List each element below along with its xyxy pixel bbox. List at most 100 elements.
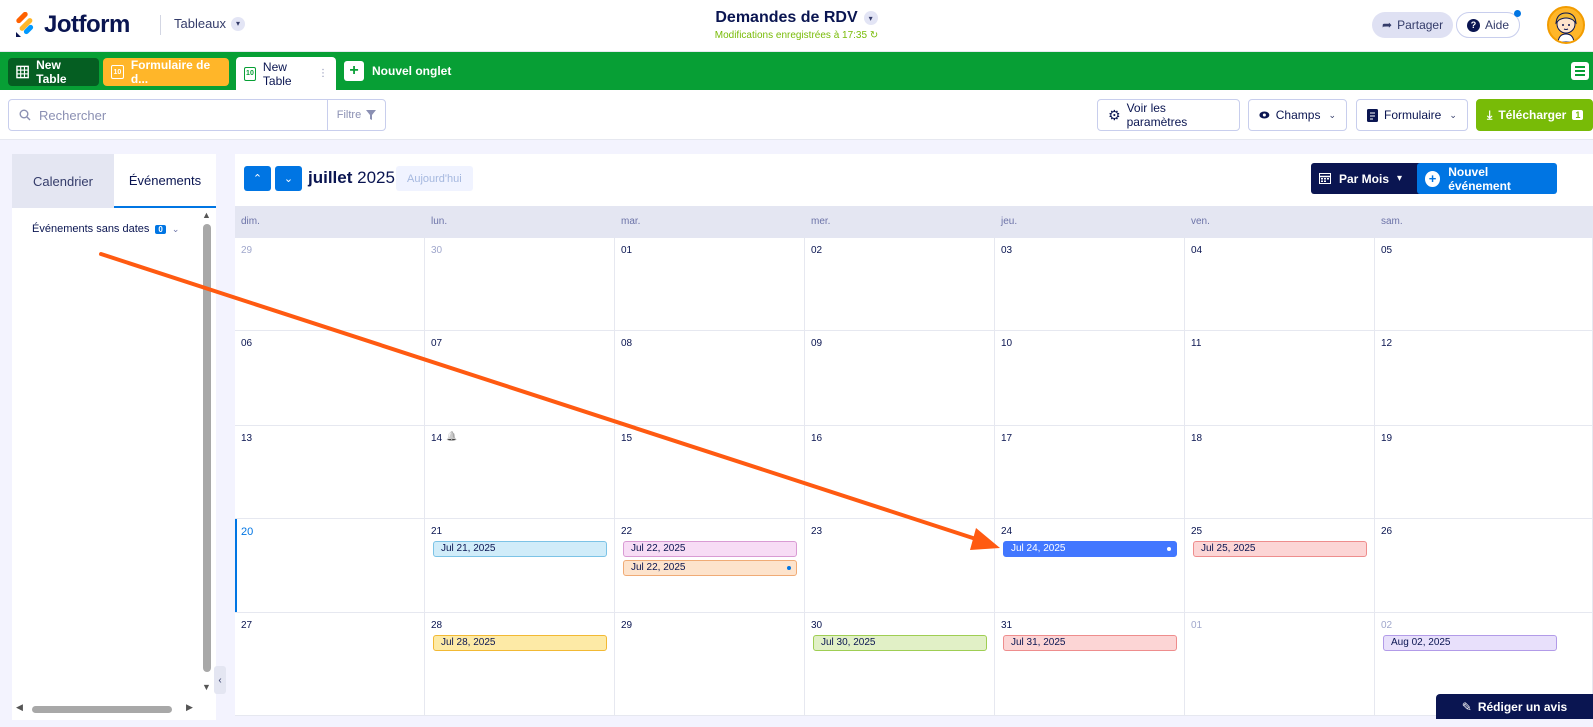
day-cell[interactable]: 23 (805, 519, 995, 613)
day-number: 30 (431, 245, 443, 256)
horizontal-scrollbar[interactable]: ◀ ▶ (16, 702, 200, 716)
scroll-up-icon[interactable]: ▲ (202, 210, 211, 220)
day-cell[interactable]: 09 (805, 331, 995, 426)
day-cell[interactable]: 02 (805, 238, 995, 331)
new-event-button[interactable]: + Nouvel événement (1417, 163, 1557, 194)
day-number: 01 (1191, 620, 1203, 631)
more-options-icon[interactable]: ⋮ (318, 68, 328, 79)
calendar-event[interactable]: Jul 22, 2025 (623, 541, 797, 557)
day-number: 03 (1001, 245, 1013, 256)
hamburger-menu-icon[interactable] (1571, 62, 1589, 80)
scrollbar-thumb[interactable] (32, 706, 172, 713)
refresh-icon: ↻ (869, 30, 879, 41)
day-cell[interactable]: 06 (235, 331, 425, 426)
day-cell[interactable]: 26 (1375, 519, 1593, 613)
form-dropdown[interactable]: Formulaire ⌄ (1356, 99, 1468, 131)
day-cell[interactable]: 30 Jul 30, 2025 (805, 613, 995, 716)
day-cell[interactable]: 20 (235, 519, 425, 613)
day-cell[interactable]: 15 (615, 426, 805, 519)
tab-events[interactable]: Événements (114, 154, 216, 208)
search-input[interactable] (39, 107, 299, 123)
add-tab-label: Nouvel onglet (372, 64, 452, 78)
calendar-event[interactable]: Jul 28, 2025 (433, 635, 607, 651)
download-button[interactable]: ⤓ Télécharger 1 (1476, 99, 1593, 131)
scroll-down-icon[interactable]: ▼ (202, 682, 211, 692)
write-review-button[interactable]: ✎ Rédiger un avis (1436, 694, 1593, 719)
document-title[interactable]: Demandes de RDV ▾ (715, 9, 878, 27)
day-number: 31 (1001, 620, 1013, 631)
document-title-text: Demandes de RDV (715, 9, 858, 26)
day-cell[interactable]: 30 (425, 238, 615, 331)
day-cell[interactable]: 27 (235, 613, 425, 716)
day-cell[interactable]: 24 Jul 24, 2025 (995, 519, 1185, 613)
day-cell[interactable]: 07 (425, 331, 615, 426)
tab-calendar[interactable]: Calendrier (12, 154, 114, 208)
day-cell[interactable]: 19 (1375, 426, 1593, 519)
share-label: Partager (1397, 18, 1444, 32)
calendar-grid-icon (1319, 173, 1331, 184)
user-avatar[interactable] (1547, 6, 1585, 44)
next-month-button[interactable]: ⌄ (275, 166, 302, 191)
undated-events-toggle[interactable]: Événements sans dates 0 ⌄ (32, 223, 179, 235)
day-cell[interactable]: 17 (995, 426, 1185, 519)
calendar-event[interactable]: Jul 24, 2025 (1003, 541, 1177, 557)
new-event-label: Nouvel événement (1448, 164, 1511, 193)
scrollbar-thumb[interactable] (203, 224, 211, 672)
day-cell[interactable]: 08 (615, 331, 805, 426)
write-review-label: Rédiger un avis (1477, 699, 1568, 714)
day-number: 11 (1191, 338, 1202, 349)
bell-icon[interactable]: 🔔 (446, 431, 457, 442)
tab-label: New Table (36, 58, 67, 86)
filter-button[interactable]: Filtre (327, 99, 386, 131)
day-cell[interactable]: 21 Jul 21, 2025 (425, 519, 615, 613)
day-cell[interactable]: 14 🔔 (425, 426, 615, 519)
day-cell[interactable]: 29 (235, 238, 425, 331)
day-cell[interactable]: 25 Jul 25, 2025 (1185, 519, 1375, 613)
year: 2025 (357, 168, 395, 187)
day-cell[interactable]: 28 Jul 28, 2025 (425, 613, 615, 716)
day-number: 27 (241, 620, 253, 631)
day-number: 02 (1381, 620, 1393, 631)
form-label: Formulaire (1384, 108, 1442, 122)
calendar-event[interactable]: Jul 21, 2025 (433, 541, 607, 557)
scroll-left-icon[interactable]: ◀ (16, 702, 23, 713)
day-cell[interactable]: 29 (615, 613, 805, 716)
view-settings-button[interactable]: ⚙ Voir les paramètres (1097, 99, 1240, 131)
calendar-event[interactable]: Jul 31, 2025 (1003, 635, 1177, 651)
day-number: 20 (241, 526, 254, 538)
day-cell[interactable]: 01 (615, 238, 805, 331)
calendar-event[interactable]: Jul 25, 2025 (1193, 541, 1367, 557)
download-label: Télécharger (1498, 108, 1567, 122)
fields-dropdown[interactable]: Champs ⌄ (1248, 99, 1347, 131)
day-cell[interactable]: 10 (995, 331, 1185, 426)
day-cell[interactable]: 22 Jul 22, 2025 Jul 22, 2025 (615, 519, 805, 613)
tab-new-table-grid[interactable]: New Table (8, 58, 99, 86)
today-button[interactable]: Aujourd'hui (396, 166, 473, 191)
download-count-badge: 1 (1572, 110, 1584, 120)
scroll-right-icon[interactable]: ▶ (186, 702, 193, 713)
vertical-scrollbar[interactable]: ▲ ▼ (200, 210, 214, 696)
filter-label: Filtre (336, 109, 362, 121)
calendar-event[interactable]: Jul 30, 2025 (813, 635, 987, 651)
day-cell[interactable]: 16 (805, 426, 995, 519)
day-cell[interactable]: 04 (1185, 238, 1375, 331)
calendar-event[interactable]: Jul 22, 2025 (623, 560, 797, 576)
day-number: 07 (431, 338, 443, 349)
previous-month-button[interactable]: ⌃ (244, 166, 271, 191)
help-button[interactable]: ? Aide (1456, 10, 1522, 38)
share-button[interactable]: ➦ Partager (1372, 12, 1454, 38)
tab-new-table-calendar[interactable]: 10 New Table ⋮ (236, 57, 336, 90)
tab-form-calendar[interactable]: 10 Formulaire de d... (103, 58, 229, 86)
day-cell[interactable]: 11 (1185, 331, 1375, 426)
day-cell[interactable]: 05 (1375, 238, 1593, 331)
day-cell[interactable]: 03 (995, 238, 1185, 331)
calendar-event[interactable]: Aug 02, 2025 (1383, 635, 1557, 651)
day-cell[interactable]: 31 Jul 31, 2025 (995, 613, 1185, 716)
collapse-sidebar-icon[interactable]: ‹ (214, 666, 226, 694)
day-cell[interactable]: 01 (1185, 613, 1375, 716)
day-cell[interactable]: 12 (1375, 331, 1593, 426)
day-cell[interactable]: 18 (1185, 426, 1375, 519)
weekday-label: ven. (1191, 216, 1210, 227)
add-tab-button[interactable]: + Nouvel onglet (344, 61, 451, 81)
day-cell[interactable]: 13 (235, 426, 425, 519)
